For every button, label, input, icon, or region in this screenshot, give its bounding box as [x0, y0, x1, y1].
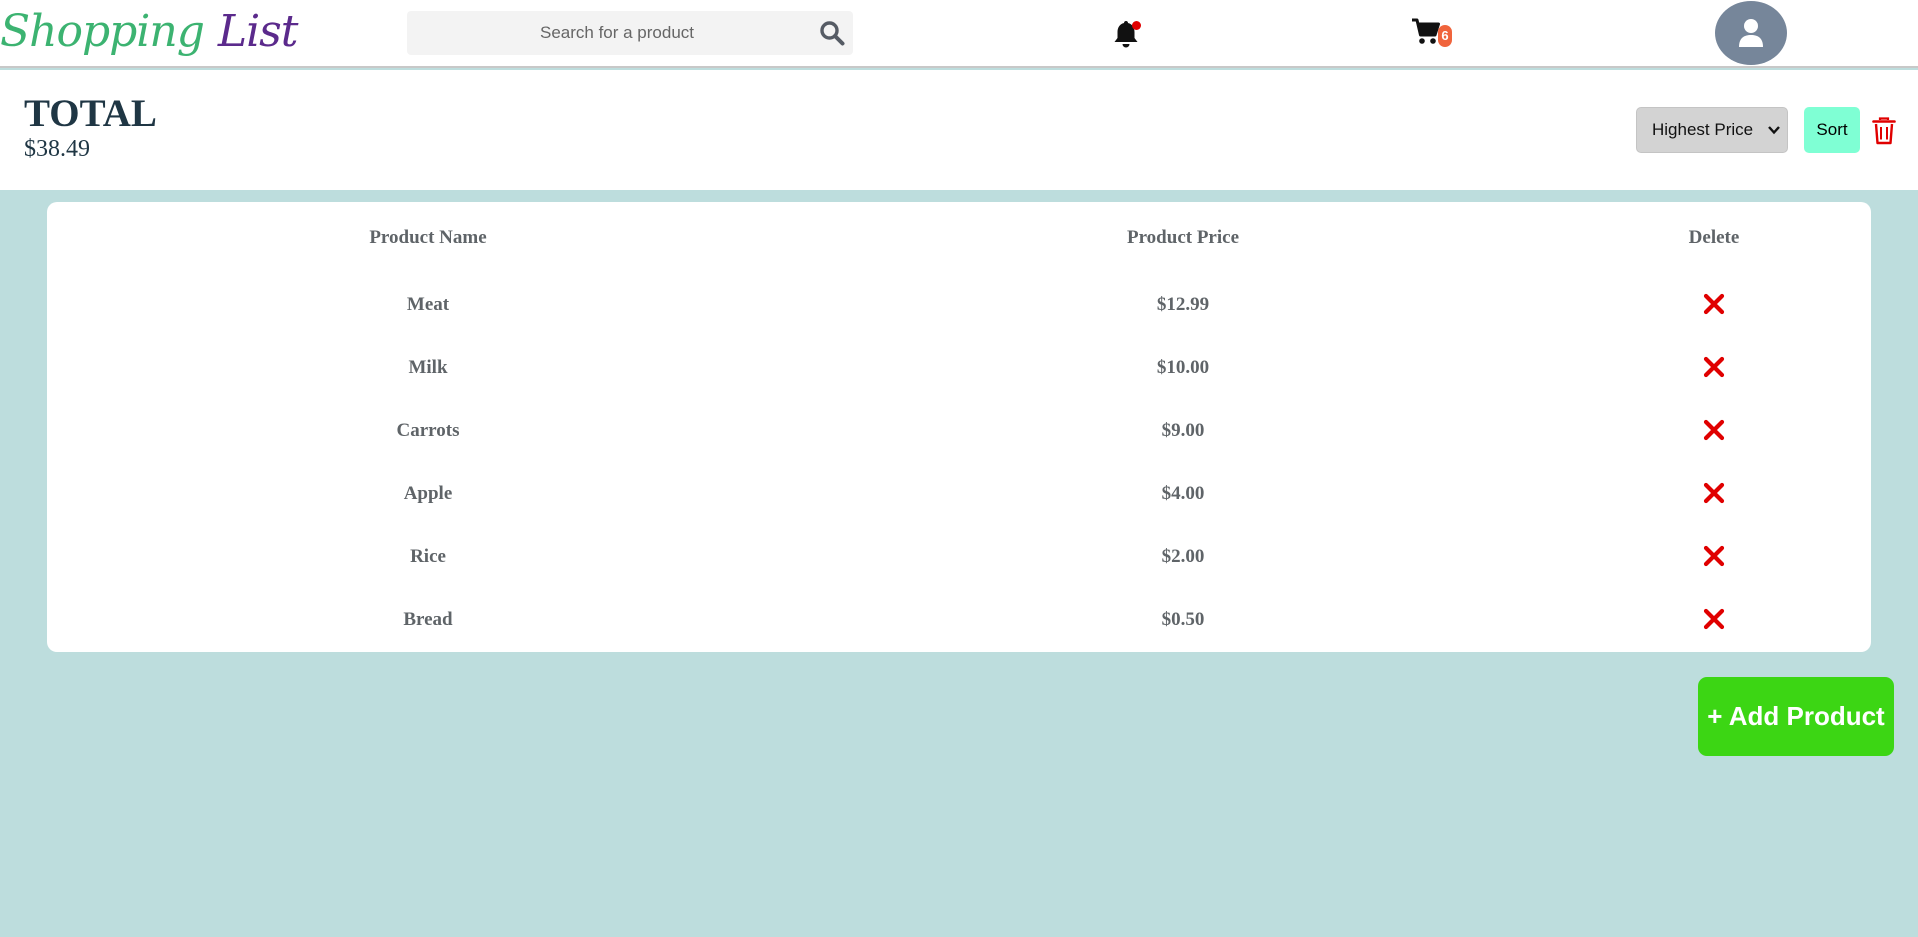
delete-x-icon[interactable]: [1702, 544, 1726, 568]
delete-cell: [1557, 474, 1871, 514]
delete-cell: [1557, 411, 1871, 451]
table-row: Meat $12.99: [47, 285, 1871, 325]
chevron-down-icon: [1768, 126, 1780, 135]
delete-cell: [1557, 600, 1871, 640]
clear-list-button[interactable]: [1872, 117, 1896, 145]
header-product-name: Product Name: [369, 227, 487, 248]
product-price-cell: $9.00: [1161, 420, 1205, 441]
delete-x-icon[interactable]: [1702, 292, 1726, 316]
notification-dot: [1132, 21, 1141, 30]
notifications-button[interactable]: [1112, 19, 1142, 49]
delete-cell: [1557, 348, 1871, 388]
user-avatar-button[interactable]: [1715, 1, 1787, 65]
table-row: Milk $10.00: [47, 348, 1871, 388]
header-delete: Delete: [1688, 227, 1740, 248]
delete-cell: [1557, 537, 1871, 577]
delete-x-icon[interactable]: [1702, 481, 1726, 505]
delete-x-icon[interactable]: [1702, 607, 1726, 631]
cart-count-badge: 6: [1438, 25, 1452, 47]
delete-cell: [1557, 285, 1871, 325]
search-input[interactable]: [407, 11, 807, 55]
delete-x-icon[interactable]: [1702, 418, 1726, 442]
sort-button[interactable]: Sort: [1804, 107, 1860, 153]
sort-dropdown[interactable]: Highest Price: [1636, 107, 1788, 153]
sort-dropdown-value: Highest Price: [1652, 120, 1754, 139]
delete-x-icon[interactable]: [1702, 355, 1726, 379]
user-icon: [1739, 19, 1763, 47]
cart-icon: [1412, 18, 1440, 44]
logo-word-list: List: [217, 6, 299, 57]
table-row: Bread $0.50: [47, 600, 1871, 640]
product-name-cell: Carrots: [396, 420, 460, 441]
cart-button[interactable]: 6: [1411, 17, 1457, 51]
logo-word-shopping: Shopping: [0, 6, 205, 57]
total-title: TOTAL: [24, 92, 157, 135]
total-summary-bar: TOTAL $38.49 Highest Price Sort: [0, 70, 1918, 190]
total-amount: $38.49: [24, 136, 90, 162]
trash-icon: [1872, 117, 1896, 145]
search-icon: [820, 21, 845, 46]
table-row: Rice $2.00: [47, 537, 1871, 577]
product-price-cell: $12.99: [1156, 294, 1210, 315]
product-table: Product Name Product Price Delete Meat $…: [47, 202, 1871, 652]
top-navbar: ShoppingList 6: [0, 0, 1918, 68]
product-price-cell: $4.00: [1161, 483, 1205, 504]
app-logo[interactable]: Shopping List: [0, 4, 299, 60]
add-product-button[interactable]: + Add Product: [1698, 677, 1894, 756]
header-product-price: Product Price: [1126, 227, 1240, 248]
product-price-cell: $0.50: [1161, 609, 1205, 630]
search-button[interactable]: [815, 17, 849, 49]
product-name-cell: Rice: [410, 546, 446, 567]
product-name-cell: Milk: [408, 357, 448, 378]
search-bar: [407, 11, 853, 55]
product-name-cell: Meat: [406, 294, 450, 315]
product-price-cell: $10.00: [1156, 357, 1210, 378]
table-row: Carrots $9.00: [47, 411, 1871, 451]
product-price-cell: $2.00: [1161, 546, 1205, 567]
product-name-cell: Apple: [403, 483, 453, 504]
product-name-cell: Bread: [403, 609, 453, 630]
table-row: Apple $4.00: [47, 474, 1871, 514]
